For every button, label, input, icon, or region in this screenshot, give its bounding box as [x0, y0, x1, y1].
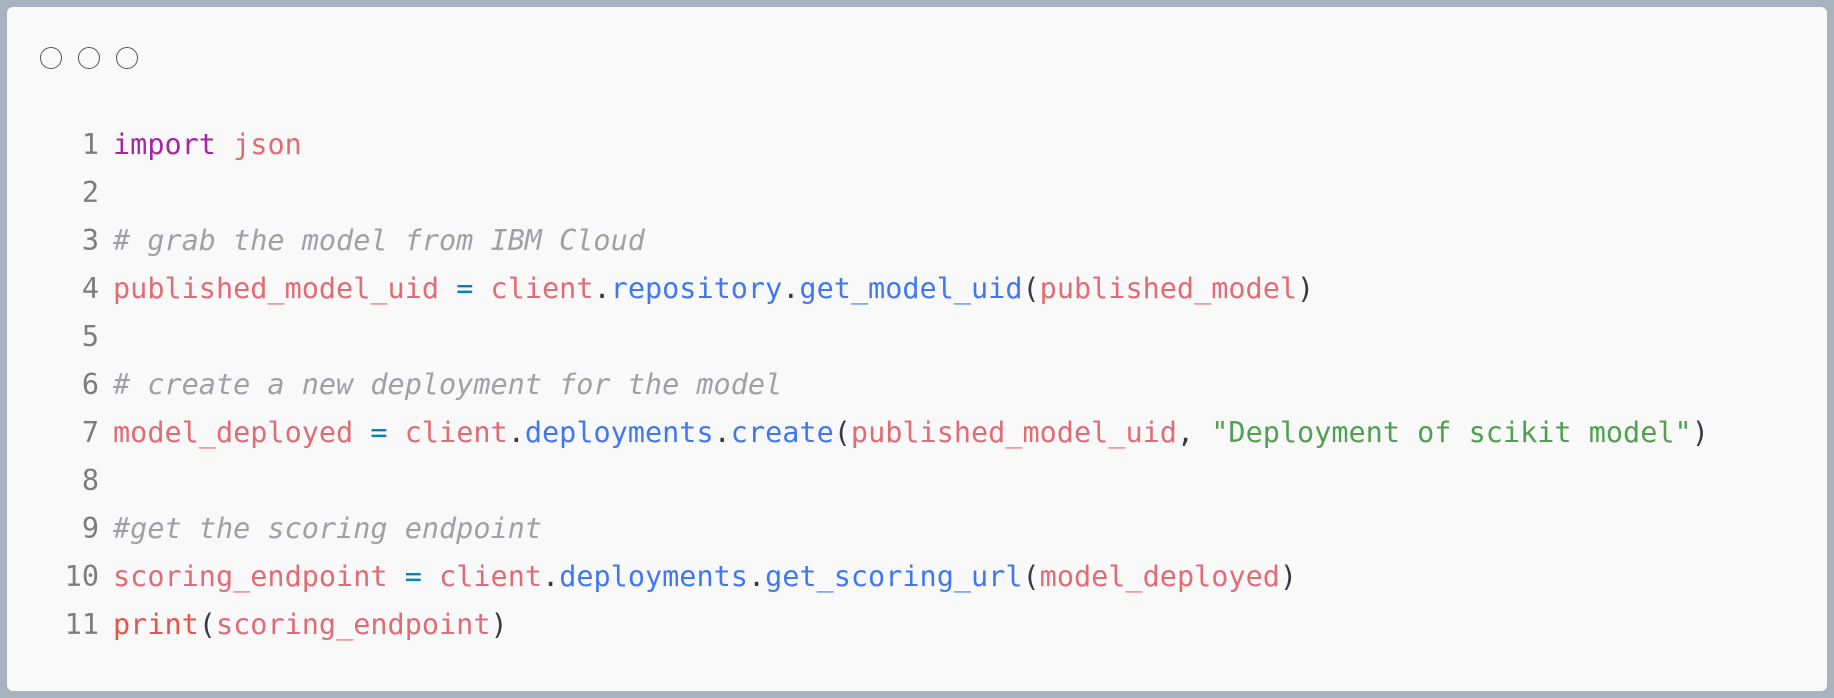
code-token: ) — [490, 608, 508, 641]
code-token: model_deployed — [113, 416, 354, 449]
code-line: 9 #get the scoring endpoint — [43, 505, 1709, 553]
code-token: # grab the model from IBM Cloud — [113, 224, 645, 257]
code-token: scoring_endpoint — [113, 560, 388, 593]
code-line: 3 # grab the model from IBM Cloud — [43, 217, 1709, 265]
code-line: 10 scoring_endpoint = client.deployments.… — [43, 553, 1709, 601]
code-token: . — [747, 560, 766, 593]
code-token: published_model_uid — [113, 272, 440, 305]
line-text: #get the scoring endpoint — [113, 505, 542, 553]
code-line: 11 print(scoring_endpoint) — [43, 601, 1709, 649]
line-text: published_model_uid = client.repository.… — [113, 265, 1314, 313]
code-token: deployments — [559, 560, 748, 593]
minimize-circle-icon[interactable] — [78, 47, 100, 69]
code-line: 7 model_deployed = client.deployments.cre… — [43, 409, 1709, 457]
code-line: 5 — [43, 313, 1709, 361]
line-number: 3 — [81, 224, 99, 257]
code-token: , — [1176, 416, 1212, 449]
line-number: 5 — [81, 320, 99, 353]
code-token: scoring_endpoint — [215, 608, 491, 641]
line-text: # grab the model from IBM Cloud — [113, 217, 645, 265]
code-token: . — [542, 560, 560, 593]
code-line: 2 — [43, 169, 1709, 217]
line-number: 1 — [81, 128, 99, 161]
code-token: model_deployed — [1039, 560, 1280, 593]
code-token: . — [507, 416, 525, 449]
code-block: 1 import json 2 3 # grab the model from IBM … — [43, 121, 1709, 649]
code-token: import — [113, 128, 216, 161]
code-token: published_model_uid — [850, 416, 1177, 449]
line-number: 9 — [81, 512, 99, 545]
line-number: 11 — [64, 608, 99, 641]
code-token: print — [113, 608, 199, 641]
code-token: ) — [1279, 560, 1298, 593]
line-text: print(scoring_endpoint) — [113, 601, 508, 649]
code-token: = — [370, 416, 388, 449]
line-text: model_deployed = client.deployments.crea… — [113, 409, 1709, 457]
code-token: # create a new deployment for the model — [113, 368, 783, 401]
line-number: 6 — [81, 368, 99, 401]
code-window: 1 import json 2 3 # grab the model from IBM … — [7, 7, 1827, 691]
code-token: ) — [1691, 416, 1709, 449]
line-number: 8 — [81, 464, 99, 497]
code-token: get_model_uid — [799, 272, 1023, 305]
code-token: . — [782, 272, 800, 305]
code-line: 4 published_model_uid = client.repository… — [43, 265, 1709, 313]
code-token: repository — [610, 272, 783, 305]
code-token: deployments — [524, 416, 714, 449]
code-token: client — [404, 416, 508, 449]
maximize-circle-icon[interactable] — [116, 47, 138, 69]
window-controls — [40, 47, 138, 69]
line-number: 4 — [81, 272, 99, 305]
code-token: ( — [198, 608, 216, 641]
close-circle-icon[interactable] — [40, 47, 62, 69]
code-token: create — [730, 416, 834, 449]
code-token: = — [404, 560, 422, 593]
code-token: #get the scoring endpoint — [113, 512, 542, 545]
line-number: 2 — [81, 176, 99, 209]
code-token: ) — [1297, 272, 1315, 305]
code-line: 1 import json — [43, 121, 1709, 169]
line-number: 10 — [64, 560, 99, 593]
code-token: . — [713, 416, 731, 449]
code-token: client — [439, 560, 543, 593]
code-token: json — [233, 128, 302, 161]
code-token: client — [490, 272, 594, 305]
code-token: "Deployment of scikit model" — [1211, 416, 1692, 449]
code-token: = — [456, 272, 474, 305]
code-line: 8 — [43, 457, 1709, 505]
code-token: . — [593, 272, 611, 305]
code-token: ( — [833, 416, 851, 449]
line-text: scoring_endpoint = client.deployments.ge… — [113, 553, 1297, 601]
code-token: ( — [1022, 272, 1040, 305]
code-token: ( — [1022, 560, 1040, 593]
line-number: 7 — [81, 416, 99, 449]
line-text: # create a new deployment for the model — [113, 361, 782, 409]
code-token: published_model — [1039, 272, 1298, 305]
line-text: import json — [113, 121, 302, 169]
code-token: get_scoring_url — [765, 560, 1023, 593]
code-line: 6 # create a new deployment for the model — [43, 361, 1709, 409]
